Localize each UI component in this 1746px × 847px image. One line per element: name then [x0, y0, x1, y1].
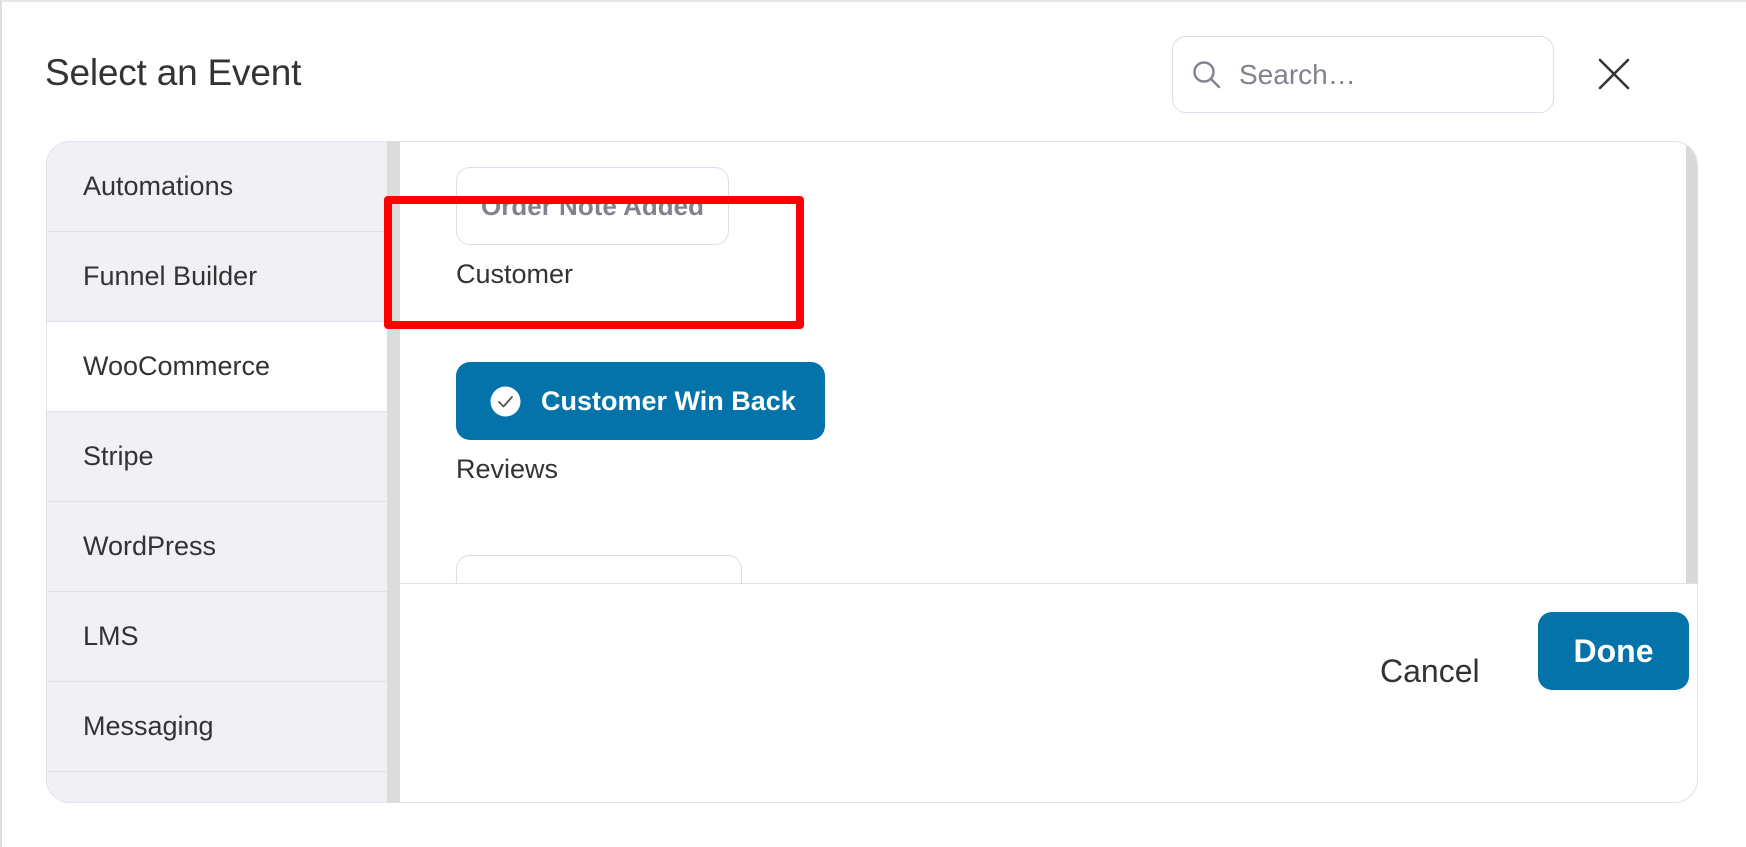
close-icon[interactable]	[1596, 56, 1632, 92]
sidebar-item-label: LMS	[83, 621, 139, 651]
event-label: Customer Win Back	[541, 385, 796, 416]
sidebar-item-automations[interactable]: Automations	[47, 142, 387, 232]
sidebar-item-woocommerce[interactable]: WooCommerce	[47, 322, 387, 412]
sidebar-item-lms[interactable]: LMS	[47, 592, 387, 682]
search-box[interactable]	[1172, 36, 1554, 113]
search-input[interactable]	[1239, 37, 1539, 112]
dialog-title: Select an Event	[45, 52, 302, 93]
event-panel: Automations Funnel Builder WooCommerce S…	[46, 141, 1698, 803]
sidebar-item-label: Messaging	[83, 711, 214, 741]
dialog-footer: Cancel Done	[400, 583, 1697, 802]
check-circle-icon	[490, 386, 521, 417]
category-sidebar: Automations Funnel Builder WooCommerce S…	[47, 142, 387, 802]
section-heading-customer: Customer	[456, 259, 574, 289]
sidebar-item-label: Automations	[83, 171, 234, 201]
sidebar-item-messaging[interactable]: Messaging	[47, 682, 387, 772]
sidebar-item-funnel-builder[interactable]: Funnel Builder	[47, 232, 387, 322]
search-icon	[1193, 61, 1221, 89]
event-label: Order Note Added	[481, 190, 704, 221]
sidebar-item-label: Stripe	[83, 441, 154, 471]
cancel-button[interactable]: Cancel	[1380, 632, 1480, 710]
event-review-item[interactable]	[456, 555, 742, 583]
sidebar-item-stripe[interactable]: Stripe	[47, 412, 387, 502]
event-order-note-added[interactable]: Order Note Added	[456, 167, 729, 245]
content-scrollbar[interactable]	[1686, 142, 1697, 583]
event-list: Order Note Added Customer Customer Win B…	[400, 142, 1697, 583]
sidebar-item-label: WooCommerce	[83, 351, 271, 381]
section-heading-reviews: Reviews	[456, 454, 559, 484]
sidebar-item-wordpress[interactable]: WordPress	[47, 502, 387, 592]
sidebar-scrollbar[interactable]	[387, 142, 400, 802]
sidebar-item-label: WordPress	[83, 531, 217, 561]
done-button[interactable]: Done	[1538, 612, 1689, 690]
event-customer-win-back[interactable]: Customer Win Back	[456, 362, 825, 440]
sidebar-item-label: Funnel Builder	[83, 261, 258, 291]
